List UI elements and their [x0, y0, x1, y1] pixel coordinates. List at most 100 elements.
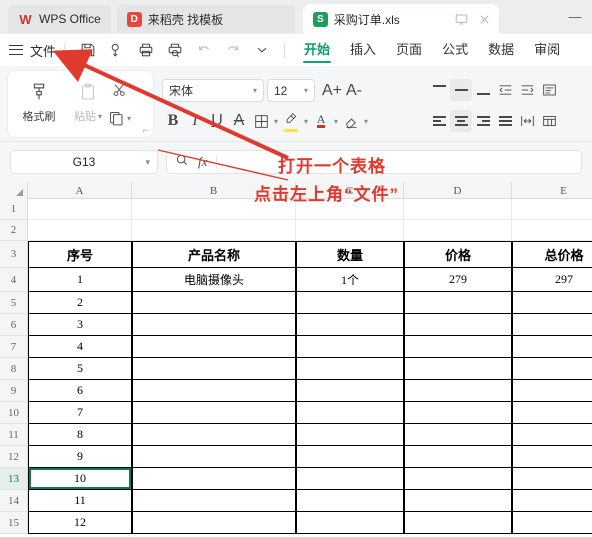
table-header-price[interactable]: 价格 — [404, 241, 512, 268]
row-header-5[interactable]: 5 — [0, 292, 28, 314]
italic-button[interactable]: I — [184, 110, 206, 132]
ribbon-tab-insert[interactable]: 插入 — [349, 34, 377, 66]
column-header-b[interactable]: B — [132, 182, 296, 199]
insert-function-icon[interactable]: fx — [198, 154, 207, 170]
row-header-7[interactable]: 7 — [0, 336, 28, 358]
name-box[interactable]: G13 ▾ — [10, 150, 158, 174]
redo-icon[interactable] — [224, 42, 241, 59]
cell-c10[interactable] — [296, 402, 404, 424]
cut-button[interactable] — [112, 76, 128, 104]
cloud-sync-icon[interactable] — [108, 42, 125, 59]
font-color-icon[interactable]: A — [310, 110, 332, 132]
ribbon-tab-data[interactable]: 数据 — [487, 34, 515, 66]
cell-d6[interactable] — [404, 314, 512, 336]
cell-d5[interactable] — [404, 292, 512, 314]
chevron-down-icon[interactable]: ▾ — [304, 117, 308, 126]
cell-b2[interactable] — [132, 220, 296, 241]
align-right-icon[interactable] — [472, 110, 494, 132]
merge-cells-icon[interactable] — [516, 110, 538, 132]
file-menu-button[interactable]: 文件 — [30, 41, 56, 60]
wrap-text-icon[interactable] — [538, 79, 560, 101]
column-header-e[interactable]: E — [512, 182, 592, 199]
table-header-product[interactable]: 产品名称 — [132, 241, 296, 268]
cell-c11[interactable] — [296, 424, 404, 446]
hamburger-icon[interactable] — [9, 44, 23, 56]
chevron-down-icon[interactable]: ▾ — [98, 112, 102, 121]
align-top-icon[interactable] — [428, 79, 450, 101]
ribbon-tab-review[interactable]: 审阅 — [533, 34, 561, 66]
cell-e10[interactable] — [512, 402, 592, 424]
cell-b15[interactable] — [132, 512, 296, 534]
cell-b7[interactable] — [132, 336, 296, 358]
cell-c8[interactable] — [296, 358, 404, 380]
cell-e1[interactable] — [512, 199, 592, 220]
undo-icon[interactable] — [195, 42, 212, 59]
cell-d13[interactable] — [404, 468, 512, 490]
cell-b8[interactable] — [132, 358, 296, 380]
cell-a9[interactable]: 6 — [28, 380, 132, 402]
cell-a11[interactable]: 8 — [28, 424, 132, 446]
cell-d10[interactable] — [404, 402, 512, 424]
cell-c2[interactable] — [296, 220, 404, 241]
cell-e2[interactable] — [512, 220, 592, 241]
align-bottom-icon[interactable] — [472, 79, 494, 101]
borders-icon[interactable] — [250, 110, 272, 132]
cell-d11[interactable] — [404, 424, 512, 446]
print-icon[interactable] — [137, 42, 154, 59]
cell-e6[interactable] — [512, 314, 592, 336]
cell-b13[interactable] — [132, 468, 296, 490]
row-header-1[interactable]: 1 — [0, 199, 28, 220]
cell-c13[interactable] — [296, 468, 404, 490]
cell-c6[interactable] — [296, 314, 404, 336]
chevron-down-icon[interactable]: ▾ — [364, 117, 368, 126]
cell-c5[interactable] — [296, 292, 404, 314]
paste-button[interactable]: 粘贴 ▾ — [66, 78, 110, 124]
cell-b4[interactable]: 电脑摄像头 — [132, 268, 296, 292]
cell-a4[interactable]: 1 — [28, 268, 132, 292]
copy-button[interactable]: ▾ — [108, 104, 131, 132]
cell-e11[interactable] — [512, 424, 592, 446]
underline-button[interactable]: U — [206, 110, 228, 132]
highlight-color-icon[interactable] — [280, 110, 302, 132]
row-header-8[interactable]: 8 — [0, 358, 28, 380]
cell-b1[interactable] — [132, 199, 296, 220]
row-header-9[interactable]: 9 — [0, 380, 28, 402]
cell-e14[interactable] — [512, 490, 592, 512]
cell-d9[interactable] — [404, 380, 512, 402]
row-header-15[interactable]: 15 — [0, 512, 28, 534]
clipboard-expand-icon[interactable]: ⌐ — [143, 125, 148, 135]
cell-d14[interactable] — [404, 490, 512, 512]
search-icon[interactable] — [175, 153, 189, 172]
column-header-a[interactable]: A — [28, 182, 132, 199]
cell-d8[interactable] — [404, 358, 512, 380]
table-header-total[interactable]: 总价格 — [512, 241, 592, 268]
cell-a6[interactable]: 3 — [28, 314, 132, 336]
bold-button[interactable]: B — [162, 110, 184, 132]
save-icon[interactable] — [79, 42, 96, 59]
row-header-4[interactable]: 4 — [0, 268, 28, 292]
cell-d2[interactable] — [404, 220, 512, 241]
cell-b10[interactable] — [132, 402, 296, 424]
cell-e5[interactable] — [512, 292, 592, 314]
cell-c1[interactable] — [296, 199, 404, 220]
justify-icon[interactable] — [494, 110, 516, 132]
window-minimize-button[interactable]: — — [564, 6, 586, 26]
cell-c12[interactable] — [296, 446, 404, 468]
cell-e12[interactable] — [512, 446, 592, 468]
cell-e15[interactable] — [512, 512, 592, 534]
cell-c14[interactable] — [296, 490, 404, 512]
chevron-down-icon[interactable]: ▾ — [274, 117, 278, 126]
cell-a7[interactable]: 4 — [28, 336, 132, 358]
align-middle-icon[interactable] — [450, 79, 472, 101]
cell-e8[interactable] — [512, 358, 592, 380]
increase-indent-icon[interactable] — [516, 79, 538, 101]
strikethrough-button[interactable]: A — [228, 110, 250, 132]
cell-c7[interactable] — [296, 336, 404, 358]
cell-a10[interactable]: 7 — [28, 402, 132, 424]
cell-b11[interactable] — [132, 424, 296, 446]
column-header-c[interactable]: C — [296, 182, 404, 199]
chevron-down-icon[interactable]: ▾ — [145, 157, 150, 168]
column-header-d[interactable]: D — [404, 182, 512, 199]
cell-d4[interactable]: 279 — [404, 268, 512, 292]
chevron-down-icon[interactable] — [253, 42, 270, 59]
